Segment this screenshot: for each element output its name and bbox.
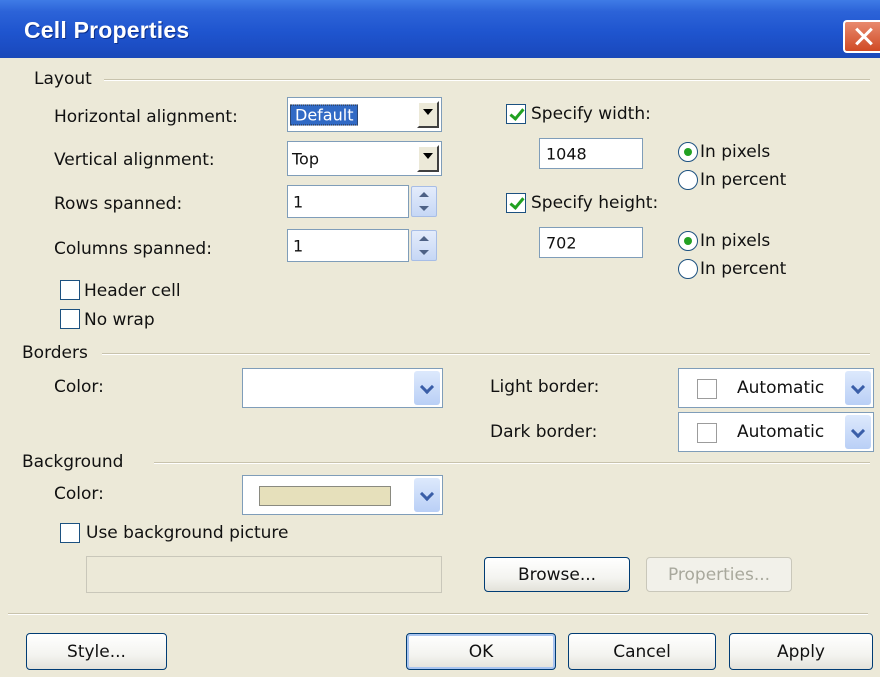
no-wrap-label: No wrap xyxy=(84,310,155,330)
style-button-label: Style... xyxy=(67,641,126,662)
columns-spanned-value: 1 xyxy=(293,236,304,255)
footer-divider xyxy=(8,613,868,615)
specify-height-checkbox[interactable] xyxy=(506,193,526,213)
width-in-percent-radio[interactable] xyxy=(678,170,698,190)
title-bar[interactable]: Cell Properties xyxy=(0,0,880,58)
border-color-select[interactable] xyxy=(242,368,443,408)
height-in-pixels-label: In pixels xyxy=(700,231,771,251)
close-icon[interactable] xyxy=(843,20,880,53)
light-border-select[interactable]: Automatic xyxy=(678,368,874,408)
height-value: 702 xyxy=(546,233,577,252)
use-background-picture-checkbox[interactable] xyxy=(60,523,80,543)
header-cell-checkbox[interactable] xyxy=(60,280,80,300)
ok-button-label: OK xyxy=(468,641,494,662)
light-border-label: Light border: xyxy=(490,377,600,397)
spin-down-icon[interactable] xyxy=(419,250,429,255)
specify-width-checkbox[interactable] xyxy=(506,104,526,124)
background-color-select[interactable] xyxy=(242,475,443,515)
height-input[interactable]: 702 xyxy=(539,227,643,258)
rows-spanned-spinner[interactable] xyxy=(411,186,437,217)
spin-up-icon[interactable] xyxy=(419,192,429,197)
window-title: Cell Properties xyxy=(24,17,190,43)
chevron-down-icon[interactable] xyxy=(417,101,439,128)
background-section-label: Background xyxy=(22,452,124,472)
no-wrap-checkbox[interactable] xyxy=(60,309,80,329)
rows-spanned-value: 1 xyxy=(293,192,304,211)
horizontal-alignment-value: Default xyxy=(290,104,359,125)
ok-button[interactable]: OK xyxy=(406,633,556,670)
borders-divider xyxy=(102,353,870,355)
cancel-button-label: Cancel xyxy=(613,641,671,662)
width-in-pixels-radio[interactable] xyxy=(678,142,698,162)
width-in-percent-label: In percent xyxy=(700,170,787,190)
background-picture-path[interactable] xyxy=(86,556,442,593)
width-value: 1048 xyxy=(546,144,587,163)
rows-spanned-input[interactable]: 1 xyxy=(287,185,409,218)
columns-spanned-spinner[interactable] xyxy=(411,230,437,261)
layout-divider xyxy=(104,79,870,81)
height-in-pixels-radio[interactable] xyxy=(678,231,698,251)
background-divider xyxy=(154,462,870,464)
vertical-alignment-value: Top xyxy=(292,149,319,168)
width-input[interactable]: 1048 xyxy=(539,138,643,169)
apply-button-label: Apply xyxy=(777,641,825,662)
header-cell-label: Header cell xyxy=(84,281,181,301)
border-color-label: Color: xyxy=(54,377,104,397)
dark-border-select[interactable]: Automatic xyxy=(678,412,874,452)
cell-properties-dialog: Cell Properties Layout Horizontal alignm… xyxy=(0,0,880,677)
height-in-percent-radio[interactable] xyxy=(678,259,698,279)
apply-button[interactable]: Apply xyxy=(729,633,873,670)
vertical-alignment-label: Vertical alignment: xyxy=(54,150,215,170)
horizontal-alignment-select[interactable]: Default xyxy=(287,97,442,132)
chevron-down-icon[interactable] xyxy=(414,371,440,405)
style-button[interactable]: Style... xyxy=(26,633,167,670)
chevron-down-icon[interactable] xyxy=(845,371,871,405)
columns-spanned-input[interactable]: 1 xyxy=(287,229,409,262)
borders-section-label: Borders xyxy=(22,343,88,363)
properties-button-label: Properties... xyxy=(667,564,771,585)
specify-width-label: Specify width: xyxy=(531,104,651,124)
chevron-down-icon[interactable] xyxy=(417,145,439,172)
use-background-picture-label: Use background picture xyxy=(86,523,289,543)
light-border-swatch xyxy=(697,379,717,399)
width-in-pixels-label: In pixels xyxy=(700,142,771,162)
dark-border-value: Automatic xyxy=(737,422,825,442)
rows-spanned-label: Rows spanned: xyxy=(54,194,183,214)
specify-height-label: Specify height: xyxy=(531,193,659,213)
horizontal-alignment-label: Horizontal alignment: xyxy=(54,107,238,127)
chevron-down-icon[interactable] xyxy=(845,415,871,449)
background-color-label: Color: xyxy=(54,484,104,504)
layout-section-label: Layout xyxy=(34,69,92,89)
cancel-button[interactable]: Cancel xyxy=(568,633,716,670)
browse-button-label: Browse... xyxy=(517,564,597,585)
columns-spanned-label: Columns spanned: xyxy=(54,239,212,259)
properties-button[interactable]: Properties... xyxy=(646,557,792,592)
browse-button[interactable]: Browse... xyxy=(484,557,630,592)
dark-border-label: Dark border: xyxy=(490,422,598,442)
dark-border-swatch xyxy=(697,423,717,443)
height-in-percent-label: In percent xyxy=(700,259,787,279)
vertical-alignment-select[interactable]: Top xyxy=(287,141,442,176)
spin-up-icon[interactable] xyxy=(419,236,429,241)
spin-down-icon[interactable] xyxy=(419,206,429,211)
light-border-value: Automatic xyxy=(737,378,825,398)
background-color-swatch xyxy=(259,486,391,506)
chevron-down-icon[interactable] xyxy=(414,478,440,512)
